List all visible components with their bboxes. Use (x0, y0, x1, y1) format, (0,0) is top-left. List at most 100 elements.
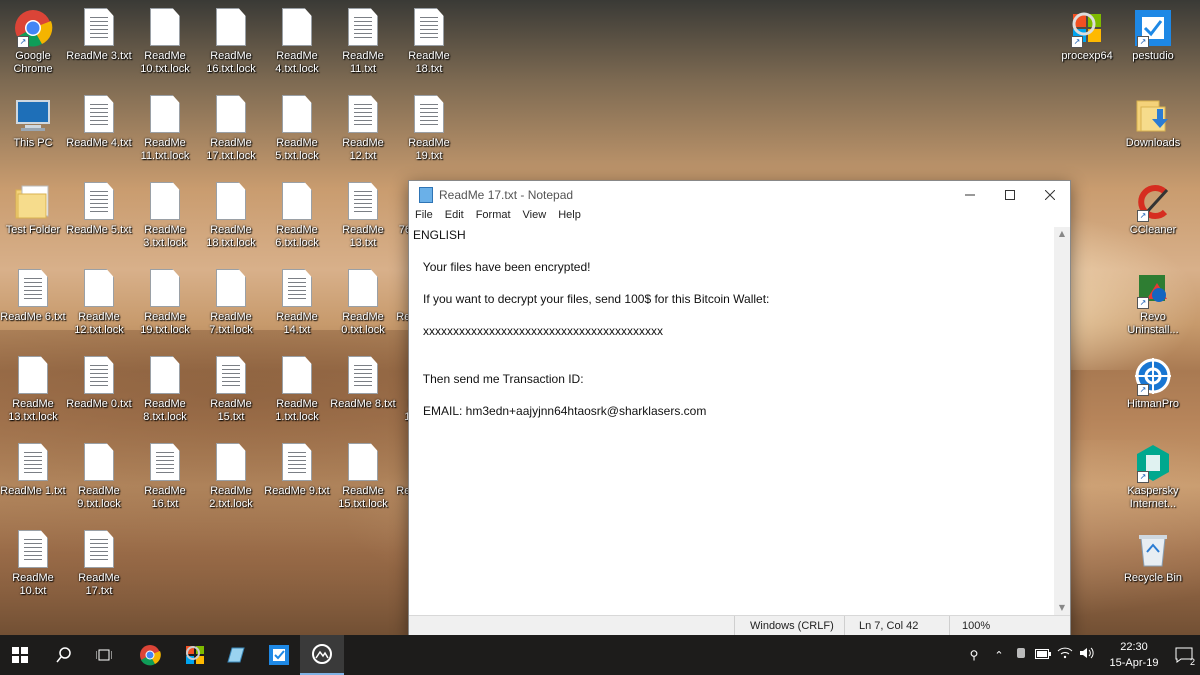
minimize-button[interactable] (950, 181, 990, 209)
pestudio-icon: ↗ (1133, 8, 1173, 48)
desktop-icon-label: pestudio (1132, 50, 1174, 62)
show-hidden-icons-chevron-icon[interactable]: ⌃ (988, 649, 1010, 662)
desktop-icon-label: Recycle Bin (1123, 572, 1183, 584)
windows-logo-icon (12, 647, 28, 663)
desktop-icon[interactable]: ↗ Revo Uninstall... (1120, 269, 1186, 337)
locked-file-icon (145, 95, 185, 135)
text-file-icon (145, 443, 185, 483)
desktop-icon[interactable]: ReadMe 8.txt (330, 356, 396, 411)
status-bar: Windows (CRLF) Ln 7, Col 42 100% (409, 615, 1070, 636)
desktop-icon[interactable]: ReadMe 3.txt.lock (132, 182, 198, 250)
taskbar-pestudio[interactable] (259, 635, 299, 675)
text-line: Your files have been encrypted! (413, 260, 591, 274)
taskbar-chrome[interactable] (130, 635, 170, 675)
desktop-icon-label: procexp64 (1061, 50, 1113, 62)
search-button[interactable] (44, 635, 84, 675)
status-zoom: 100% (962, 620, 991, 632)
text-file-icon (79, 530, 119, 570)
desktop-icon[interactable]: ReadMe 5.txt.lock (264, 95, 330, 163)
desktop-icon[interactable]: ↗ pestudio (1120, 8, 1186, 63)
menu-view[interactable]: View (523, 209, 547, 227)
desktop-icon-label: ReadMe 0.txt.lock (341, 311, 385, 336)
desktop-icon[interactable]: This PC (0, 95, 66, 150)
desktop-icon[interactable]: ReadMe 4.txt.lock (264, 8, 330, 76)
desktop-icon[interactable]: ReadMe 15.txt.lock (330, 443, 396, 511)
desktop-icon[interactable]: ReadMe 1.txt.lock (264, 356, 330, 424)
desktop-icon[interactable]: ReadMe 9.txt (264, 443, 330, 498)
desktop-icon[interactable]: ↗ HitmanPro (1120, 356, 1186, 411)
search-icon (56, 647, 71, 663)
text-file-icon (13, 269, 53, 309)
text-line (413, 355, 1054, 371)
desktop-icon[interactable]: ReadMe 13.txt.lock (0, 356, 66, 424)
taskbar-clock[interactable]: 22:30 15-Apr-19 (1104, 639, 1164, 671)
wifi-icon[interactable] (1054, 646, 1076, 664)
tray-app-icon[interactable] (1010, 646, 1032, 664)
desktop-icon[interactable]: ReadMe 2.txt.lock (198, 443, 264, 511)
desktop-icon[interactable]: Test Folder (0, 182, 66, 237)
desktop-icon[interactable]: ↗ procexp64 (1054, 8, 1120, 63)
procexp-icon (186, 646, 204, 664)
desktop-icon[interactable]: ReadMe 4.txt (66, 95, 132, 150)
desktop-icon[interactable]: ReadMe 19.txt (396, 95, 462, 163)
desktop-icon[interactable]: ReadMe 8.txt.lock (132, 356, 198, 424)
scroll-up-icon[interactable]: ▲ (1054, 227, 1070, 241)
desktop-icon[interactable]: ReadMe 18.txt (396, 8, 462, 76)
desktop-icon[interactable]: ReadMe 0.txt.lock (330, 269, 396, 337)
desktop-icon[interactable]: ↗ Google Chrome (0, 8, 66, 76)
desktop-icon[interactable]: ReadMe 19.txt.lock (132, 269, 198, 337)
desktop-icon[interactable]: ReadMe 9.txt.lock (66, 443, 132, 511)
desktop-icon[interactable]: ReadMe 17.txt.lock (198, 95, 264, 163)
desktop-icon[interactable]: ReadMe 17.txt (66, 530, 132, 598)
action-center-button[interactable]: 2 (1168, 635, 1200, 675)
desktop-icon[interactable]: ReadMe 15.txt (198, 356, 264, 424)
taskbar-notepad[interactable] (300, 635, 344, 675)
people-icon[interactable]: ⚲ (960, 648, 988, 662)
desktop-icon[interactable]: ReadMe 1.txt (0, 443, 66, 498)
scroll-down-icon[interactable]: ▼ (1054, 601, 1070, 615)
volume-icon[interactable] (1076, 646, 1098, 664)
desktop-icon[interactable]: ↗ CCleaner (1120, 182, 1186, 237)
taskbar-procexp[interactable] (175, 635, 215, 675)
text-line (413, 243, 1054, 259)
locked-file-icon (145, 8, 185, 48)
desktop-icon[interactable]: ReadMe 16.txt (132, 443, 198, 511)
desktop-icon[interactable]: ReadMe 6.txt (0, 269, 66, 324)
title-bar[interactable]: ReadMe 17.txt - Notepad (409, 181, 1070, 209)
text-editor[interactable]: ENGLISH Your files have been encrypted! … (409, 227, 1054, 615)
desktop-icon[interactable]: ReadMe 3.txt (66, 8, 132, 63)
desktop-icon[interactable]: ReadMe 0.txt (66, 356, 132, 411)
desktop-icon[interactable]: ReadMe 11.txt (330, 8, 396, 76)
start-button[interactable] (0, 635, 40, 675)
desktop-icon[interactable]: ReadMe 12.txt.lock (66, 269, 132, 337)
desktop-icon[interactable]: ReadMe 7.txt.lock (198, 269, 264, 337)
battery-icon[interactable] (1032, 646, 1054, 664)
desktop-icon-label: ReadMe 2.txt.lock (209, 485, 253, 510)
desktop-icon[interactable]: ReadMe 5.txt (66, 182, 132, 237)
taskbar-app[interactable] (215, 635, 255, 675)
desktop-icon[interactable]: ReadMe 18.txt.lock (198, 182, 264, 250)
menu-format[interactable]: Format (476, 209, 511, 227)
desktop-icon[interactable]: Recycle Bin (1120, 530, 1186, 585)
desktop-icon[interactable]: ReadMe 16.txt.lock (198, 8, 264, 76)
desktop-icon[interactable]: ReadMe 14.txt (264, 269, 330, 337)
status-divider (844, 616, 845, 636)
close-button[interactable] (1030, 181, 1070, 209)
desktop-icon[interactable]: ReadMe 10.txt.lock (132, 8, 198, 76)
desktop-icon[interactable]: ReadMe 11.txt.lock (132, 95, 198, 163)
desktop-icon[interactable]: ReadMe 12.txt (330, 95, 396, 163)
desktop-icon[interactable]: ↗ Kaspersky Internet... (1120, 443, 1186, 511)
desktop-icon[interactable]: ReadMe 13.txt (330, 182, 396, 250)
menu-edit[interactable]: Edit (445, 209, 464, 227)
menu-help[interactable]: Help (558, 209, 581, 227)
menu-file[interactable]: File (415, 209, 433, 227)
desktop-icon[interactable]: ReadMe 10.txt (0, 530, 66, 598)
vertical-scrollbar[interactable]: ▲ ▼ (1054, 227, 1070, 615)
maximize-button[interactable] (990, 181, 1030, 209)
task-view-button[interactable] (84, 635, 124, 675)
notepad-window[interactable]: ReadMe 17.txt - Notepad File Edit Format… (408, 180, 1071, 637)
desktop-icon[interactable]: Downloads (1120, 95, 1186, 150)
text-line: xxxxxxxxxxxxxxxxxxxxxxxxxxxxxxxxxxxxxxxx (413, 324, 664, 338)
desktop-icon-label: ReadMe 10.txt (12, 572, 54, 597)
desktop-icon[interactable]: ReadMe 6.txt.lock (264, 182, 330, 250)
